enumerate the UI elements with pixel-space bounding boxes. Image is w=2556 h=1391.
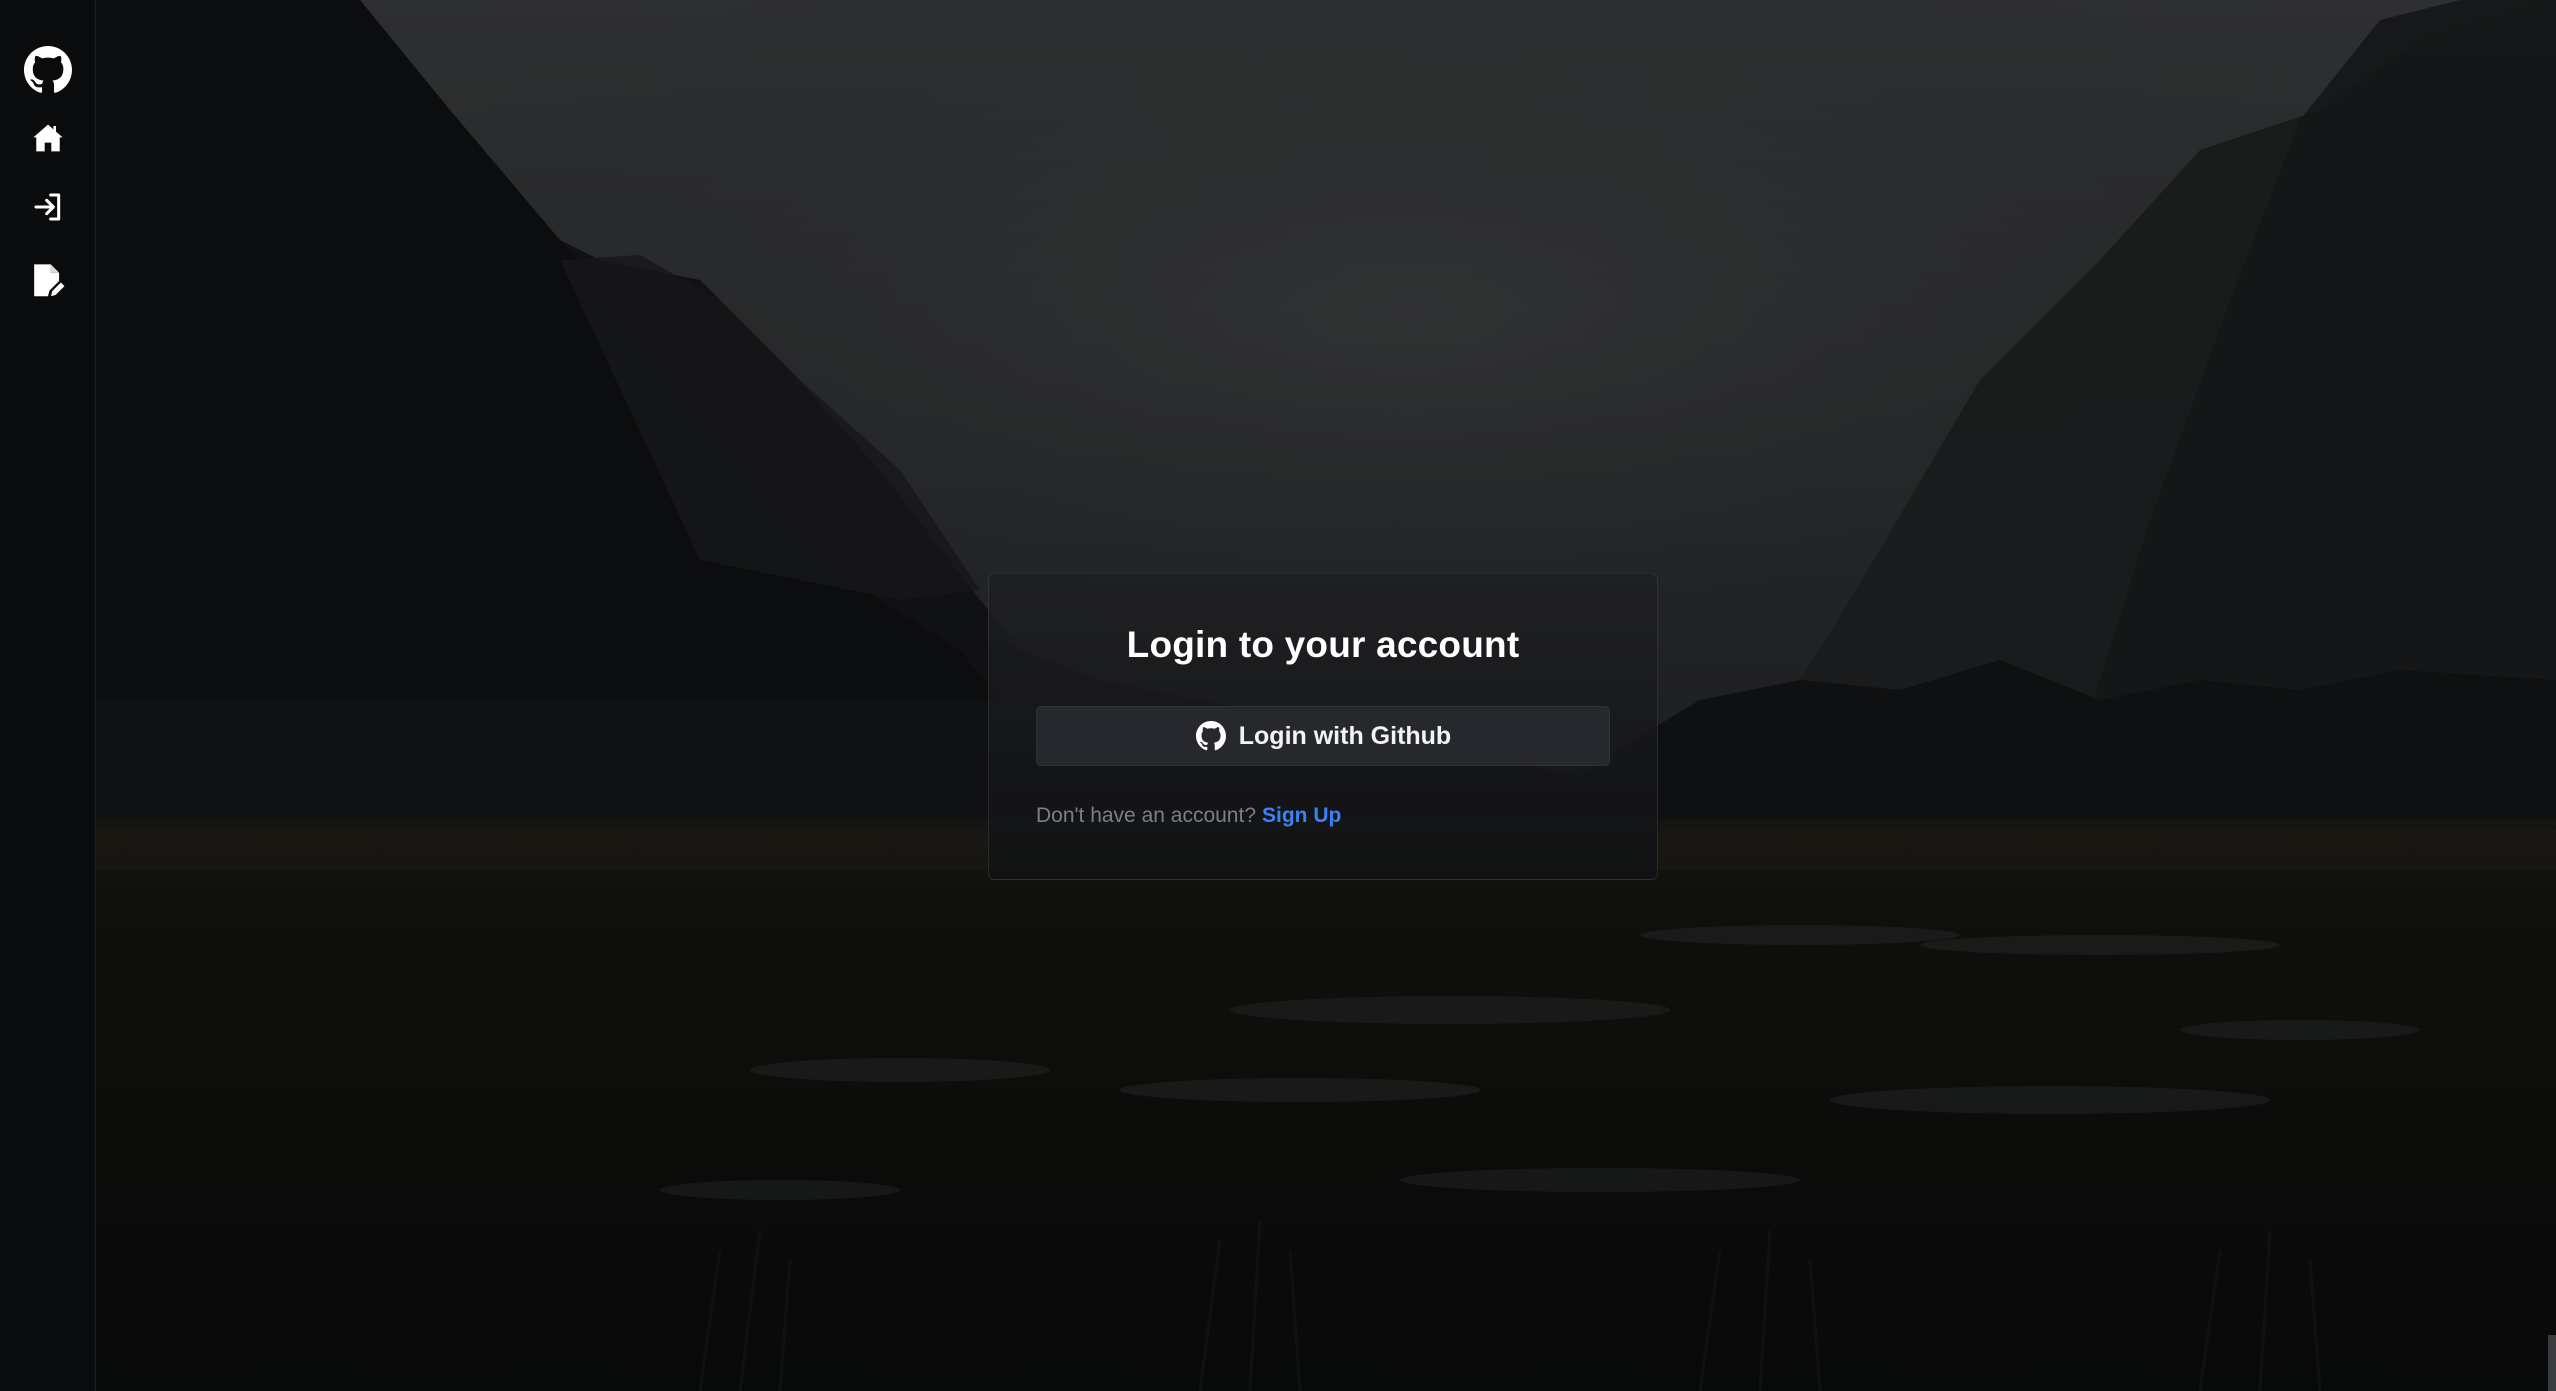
sidebar-item-home[interactable] xyxy=(22,112,74,164)
login-page: Login to your account Login with Github … xyxy=(0,0,2556,1391)
login-with-github-label: Login with Github xyxy=(1238,721,1452,750)
sidebar-item-signup[interactable] xyxy=(22,255,74,307)
login-title: Login to your account xyxy=(1126,624,1520,665)
sidebar-item-login[interactable] xyxy=(22,181,74,233)
github-icon xyxy=(1195,720,1227,752)
sidebar-item-github[interactable] xyxy=(22,44,74,96)
home-icon xyxy=(33,124,63,152)
sidebar xyxy=(0,0,96,1391)
signup-link[interactable]: Sign Up xyxy=(1262,804,1341,827)
login-icon xyxy=(34,193,61,221)
scrollbar-thumb[interactable] xyxy=(2548,1335,2556,1391)
login-with-github-button[interactable]: Login with Github xyxy=(1036,706,1610,766)
signup-icon xyxy=(34,264,65,297)
signup-prompt-line: Don't have an account? Sign Up xyxy=(1036,804,1341,828)
github-icon xyxy=(24,46,72,93)
login-card: Login to your account Login with Github … xyxy=(988,573,1658,880)
signup-prompt-text: Don't have an account? xyxy=(1036,804,1256,827)
